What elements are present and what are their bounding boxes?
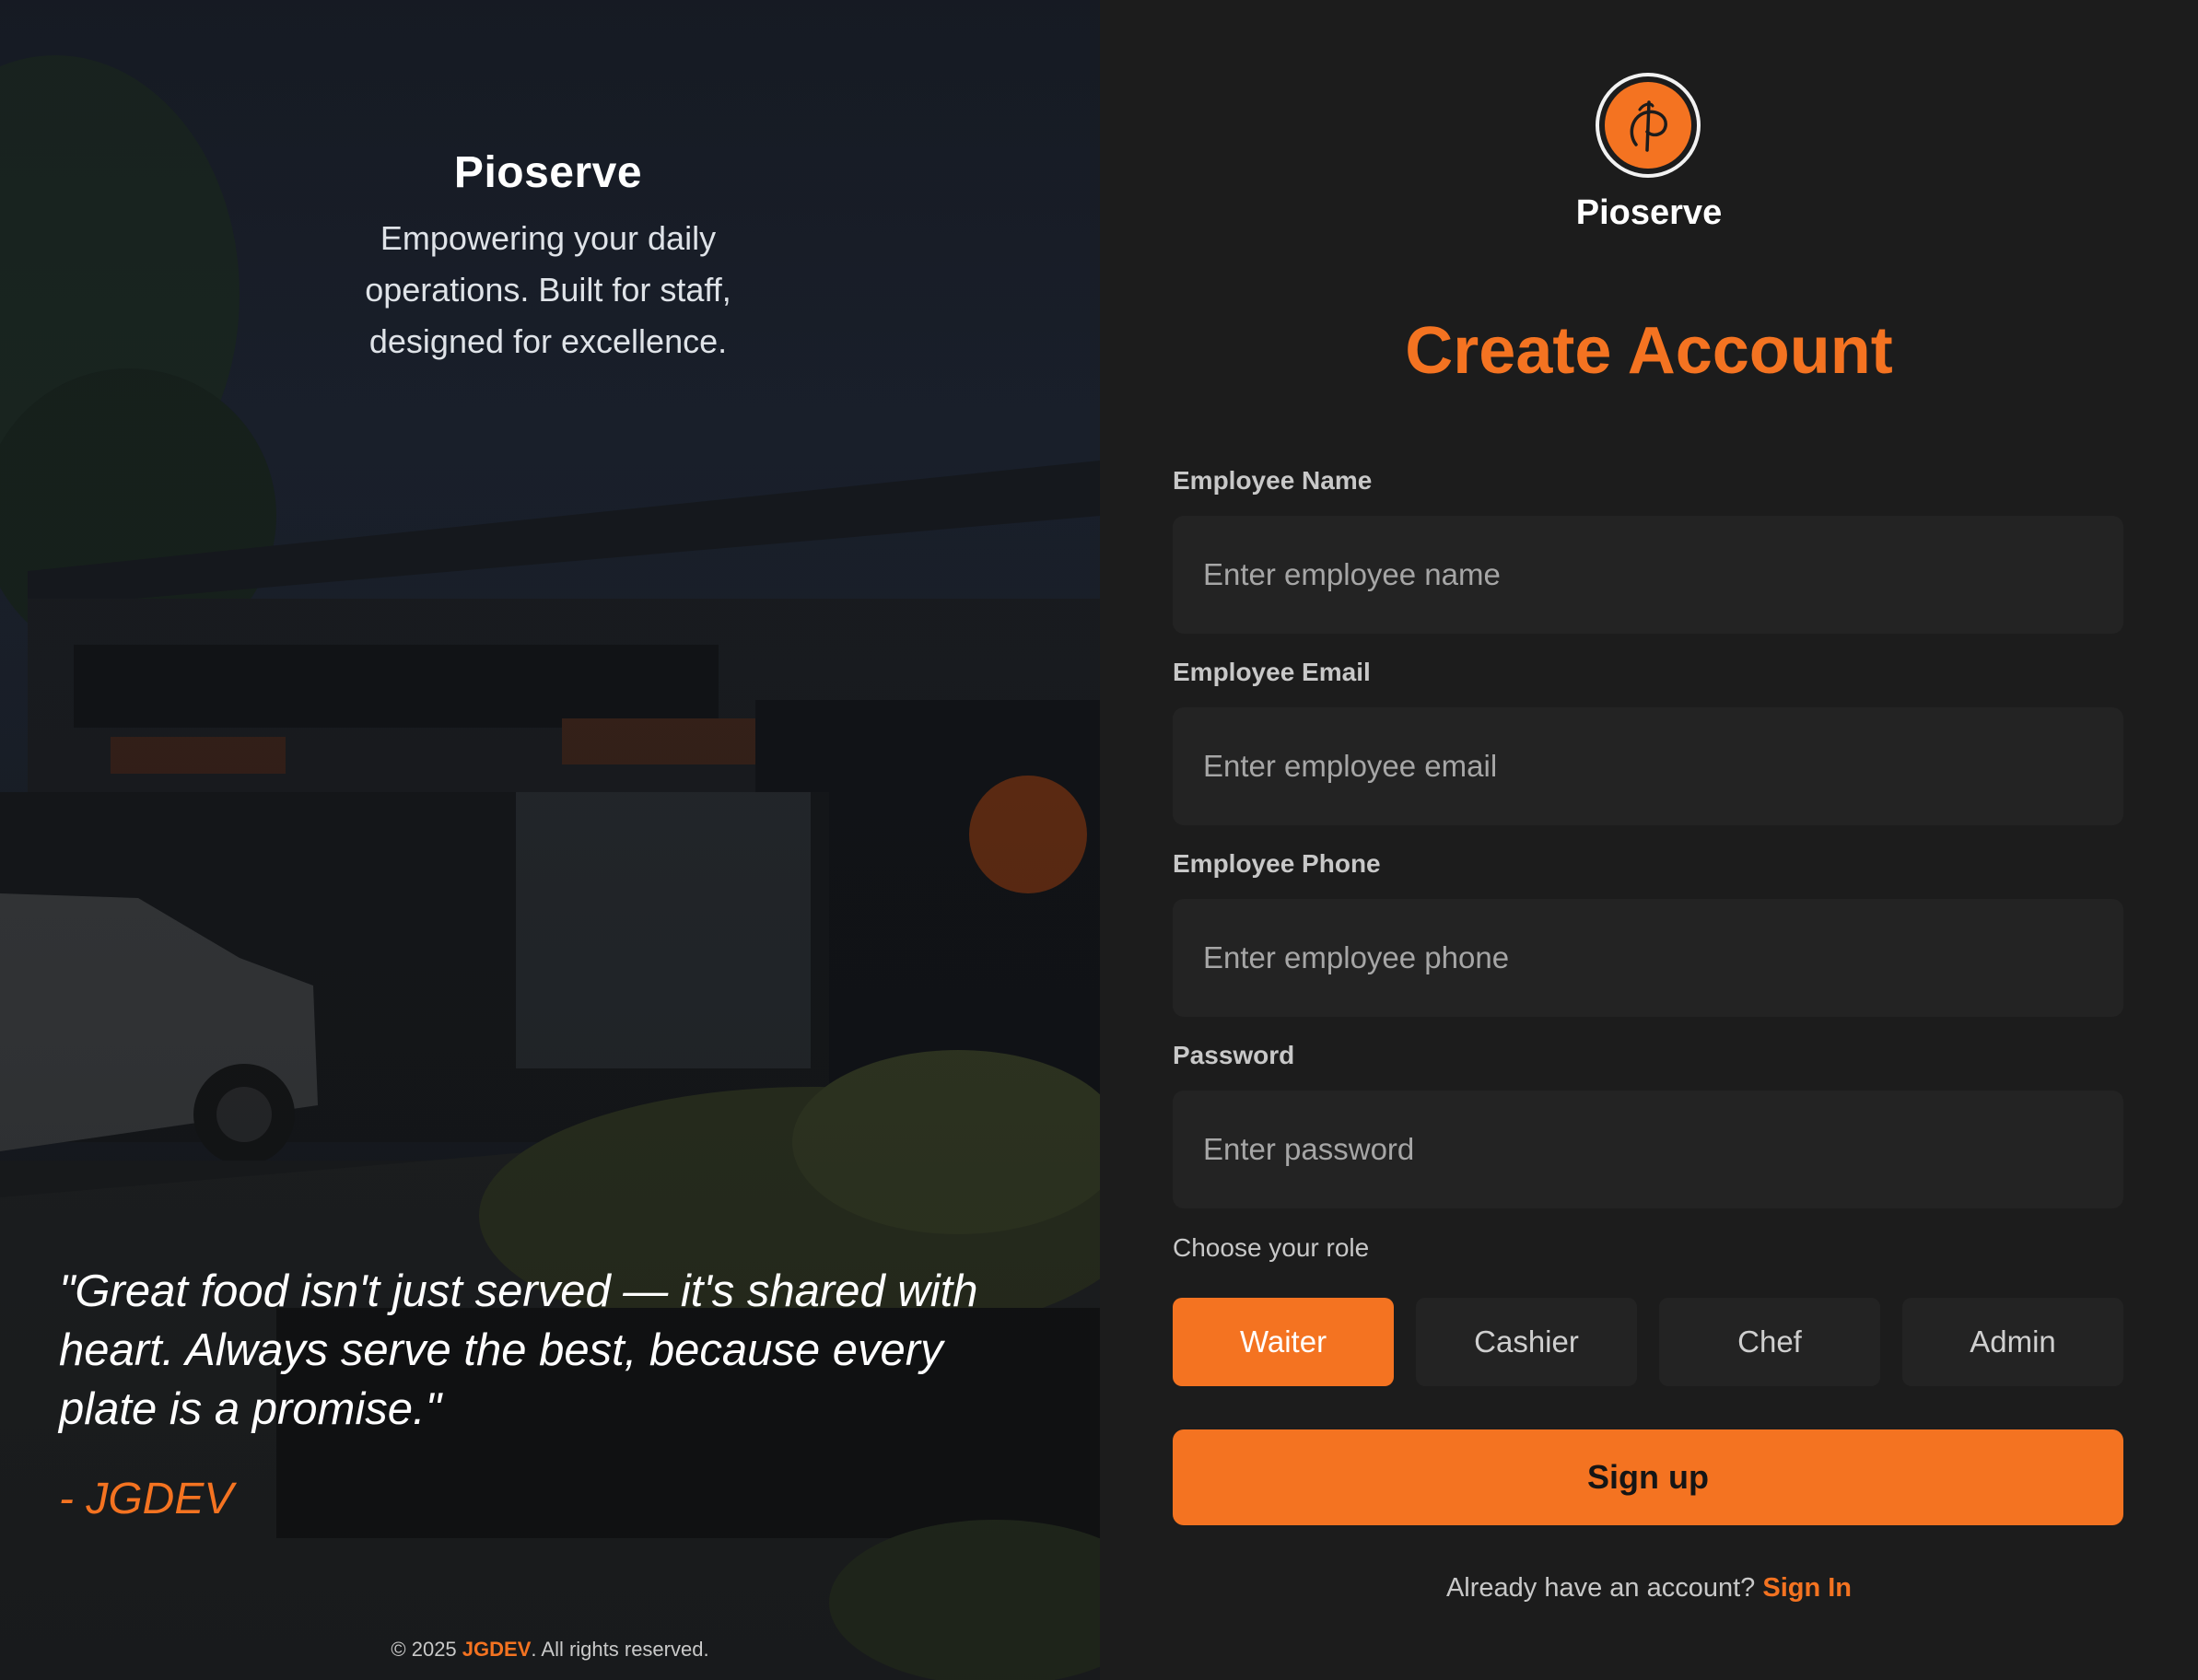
role-label: Choose your role — [1173, 1233, 1370, 1262]
employee-phone-label: Employee Phone — [1173, 849, 1381, 878]
hero-quote-line: plate is a promise." — [59, 1384, 442, 1434]
copyright-footer: © 2025 JGDEV. All rights reserved. — [0, 1638, 1100, 1662]
hero-tagline-line: operations. Built for staff, — [365, 271, 731, 309]
hero-panel: Pioserve Empowering your daily operation… — [0, 0, 1100, 1680]
employee-name-label: Employee Name — [1173, 466, 1373, 495]
password-input[interactable] — [1173, 1091, 2123, 1208]
hero-brand-title: Pioserve — [453, 148, 643, 197]
hero-brand: Pioserve Empowering your daily operation… — [304, 147, 792, 368]
employee-phone-input[interactable] — [1173, 899, 2123, 1017]
copyright-brand: JGDEV — [462, 1638, 532, 1661]
password-label: Password — [1173, 1041, 1295, 1069]
pioserve-monogram-icon — [1630, 100, 1667, 152]
signin-link[interactable]: Sign In — [1762, 1573, 1852, 1603]
copyright-suffix: . All rights reserved. — [531, 1638, 709, 1661]
role-selector: Waiter Cashier Chef Admin — [1173, 1298, 2123, 1386]
hero-tagline: Empowering your daily operations. Built … — [304, 213, 792, 368]
pioserve-logo-icon — [1596, 73, 1701, 178]
signup-button[interactable]: Sign up — [1173, 1429, 2123, 1525]
signin-prompt-text: Already have an account? — [1445, 1573, 1763, 1603]
role-option-admin[interactable]: Admin — [1902, 1298, 2123, 1386]
role-option-cashier[interactable]: Cashier — [1416, 1298, 1637, 1386]
role-option-waiter[interactable]: Waiter — [1173, 1298, 1394, 1386]
logo-name: Pioserve — [1575, 193, 1723, 232]
employee-email-label: Employee Email — [1173, 658, 1371, 686]
hero-tagline-line: designed for excellence. — [368, 322, 728, 360]
signup-panel: Pioserve Create Account Employee Name Em… — [1100, 0, 2198, 1680]
role-option-chef[interactable]: Chef — [1659, 1298, 1880, 1386]
hero-quote-author: - JGDEV — [59, 1475, 234, 1523]
page-title: Create Account — [1405, 314, 1893, 388]
hero-tagline-line: Empowering your daily — [380, 219, 717, 257]
employee-name-input[interactable] — [1173, 516, 2123, 634]
hero-quote-line: "Great food isn't just served — it's sha… — [59, 1266, 978, 1316]
hero-quote: "Great food isn't just served — it's sha… — [59, 1262, 1035, 1439]
copyright-prefix: © 2025 — [391, 1638, 462, 1661]
signin-prompt: Already have an account? Sign In — [1100, 1573, 2198, 1604]
employee-email-input[interactable] — [1173, 707, 2123, 825]
hero-quote-line: heart. Always serve the best, because ev… — [59, 1325, 943, 1375]
